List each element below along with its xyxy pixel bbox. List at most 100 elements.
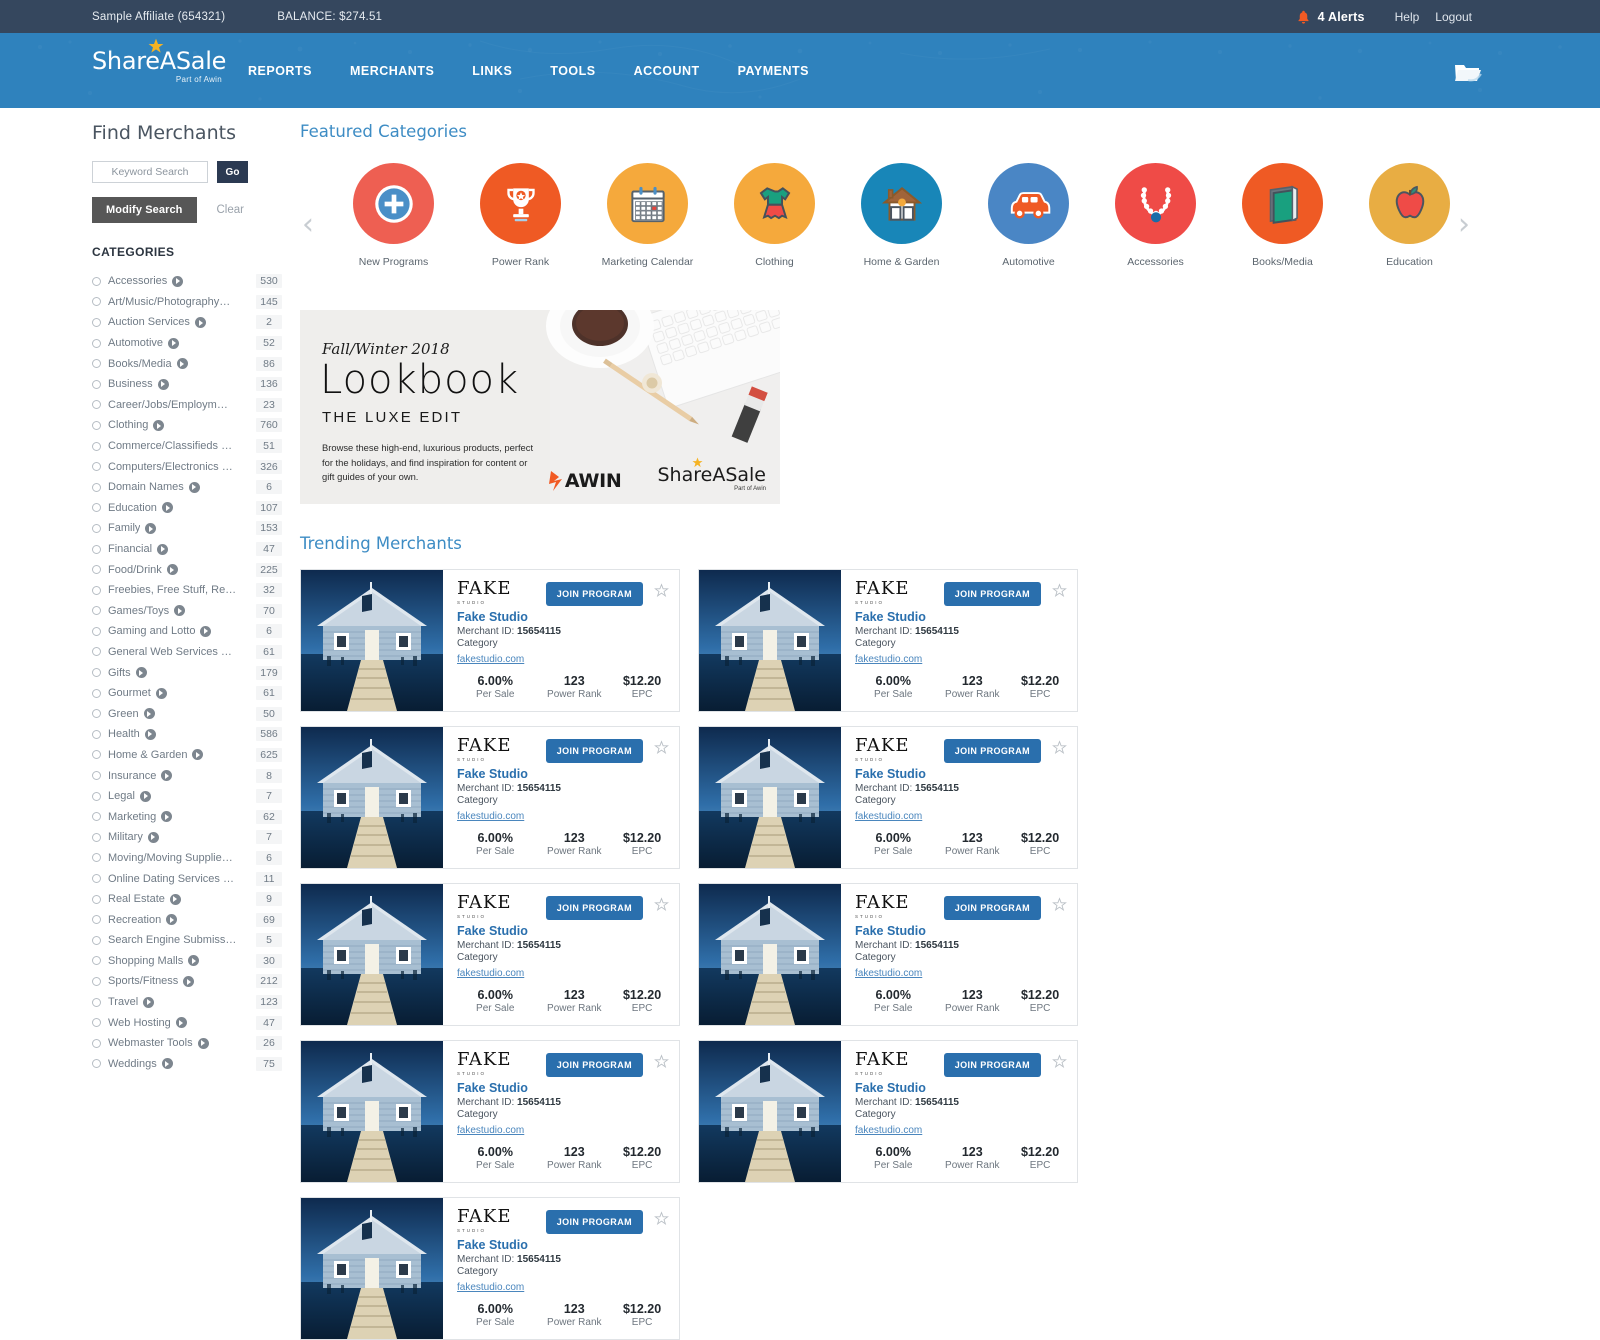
category-radio[interactable] (92, 812, 101, 821)
category-expand-arrow-icon[interactable] (176, 1017, 187, 1028)
category-row[interactable]: Online Dating Services …11 (92, 868, 282, 889)
category-row[interactable]: Education107 (92, 498, 282, 519)
category-row[interactable]: Search Engine Submiss…5 (92, 930, 282, 951)
category-radio[interactable] (92, 1039, 101, 1048)
category-radio[interactable] (92, 462, 101, 471)
category-radio[interactable] (92, 709, 101, 718)
join-program-button[interactable]: JOIN PROGRAM (944, 1053, 1041, 1077)
category-row[interactable]: Web Hosting47 (92, 1012, 282, 1033)
category-row[interactable]: Green50 (92, 703, 282, 724)
category-expand-arrow-icon[interactable] (162, 502, 173, 513)
merchant-name[interactable]: Fake Studio (855, 767, 1065, 781)
category-expand-arrow-icon[interactable] (172, 276, 183, 287)
merchant-name[interactable]: Fake Studio (855, 1081, 1065, 1095)
category-radio[interactable] (92, 874, 101, 883)
category-row[interactable]: Domain Names6 (92, 477, 282, 498)
category-row[interactable]: Legal7 (92, 786, 282, 807)
join-program-button[interactable]: JOIN PROGRAM (546, 582, 643, 606)
category-expand-arrow-icon[interactable] (140, 791, 151, 802)
category-radio[interactable] (92, 730, 101, 739)
category-row[interactable]: Travel123 (92, 992, 282, 1013)
favorite-star-icon[interactable] (1052, 897, 1067, 912)
category-radio[interactable] (92, 606, 101, 615)
favorite-star-icon[interactable] (654, 740, 669, 755)
join-program-button[interactable]: JOIN PROGRAM (546, 896, 643, 920)
merchant-name[interactable]: Fake Studio (855, 610, 1065, 624)
category-radio[interactable] (92, 565, 101, 574)
category-row[interactable]: Commerce/Classifieds …51 (92, 436, 282, 457)
merchant-thumbnail[interactable] (301, 727, 443, 868)
category-expand-arrow-icon[interactable] (161, 811, 172, 822)
carousel-prev-icon[interactable]: ‹ (302, 211, 322, 241)
merchant-website-link[interactable]: fakestudio.com (855, 654, 922, 665)
favorite-star-icon[interactable] (1052, 740, 1067, 755)
category-radio[interactable] (92, 421, 101, 430)
category-radio[interactable] (92, 750, 101, 759)
category-expand-arrow-icon[interactable] (144, 708, 155, 719)
category-row[interactable]: General Web Services …61 (92, 642, 282, 663)
category-row[interactable]: Business136 (92, 374, 282, 395)
category-expand-arrow-icon[interactable] (145, 523, 156, 534)
category-expand-arrow-icon[interactable] (188, 955, 199, 966)
category-radio[interactable] (92, 689, 101, 698)
category-radio[interactable] (92, 442, 101, 451)
category-radio[interactable] (92, 297, 101, 306)
category-row[interactable]: Gourmet61 (92, 683, 282, 704)
merchant-website-link[interactable]: fakestudio.com (855, 811, 922, 822)
help-link[interactable]: Help (1395, 10, 1420, 24)
category-radio[interactable] (92, 318, 101, 327)
category-row[interactable]: Food/Drink225 (92, 559, 282, 580)
category-radio[interactable] (92, 524, 101, 533)
merchant-thumbnail[interactable] (699, 727, 841, 868)
join-program-button[interactable]: JOIN PROGRAM (944, 582, 1041, 606)
category-row[interactable]: Gaming and Lotto6 (92, 621, 282, 642)
category-radio[interactable] (92, 833, 101, 842)
category-radio[interactable] (92, 977, 101, 986)
category-row[interactable]: Auction Services2 (92, 312, 282, 333)
merchant-card[interactable]: FAKESTUDIOFake StudioMerchant ID: 156541… (300, 726, 680, 869)
category-row[interactable]: Home & Garden625 (92, 745, 282, 766)
category-radio[interactable] (92, 771, 101, 780)
favorite-star-icon[interactable] (654, 1211, 669, 1226)
category-expand-arrow-icon[interactable] (166, 914, 177, 925)
category-row[interactable]: Real Estate9 (92, 889, 282, 910)
category-radio[interactable] (92, 545, 101, 554)
category-radio[interactable] (92, 647, 101, 656)
nav-item-merchants[interactable]: MERCHANTS (350, 64, 434, 78)
favorite-star-icon[interactable] (654, 1054, 669, 1069)
category-radio[interactable] (92, 1059, 101, 1068)
featured-category-automotive[interactable]: Automotive (965, 163, 1092, 268)
merchant-card[interactable]: FAKESTUDIOFake StudioMerchant ID: 156541… (300, 883, 680, 1026)
merchant-card[interactable]: FAKESTUDIOFake StudioMerchant ID: 156541… (300, 1197, 680, 1340)
category-radio[interactable] (92, 1018, 101, 1027)
join-program-button[interactable]: JOIN PROGRAM (546, 1053, 643, 1077)
merchant-thumbnail[interactable] (699, 570, 841, 711)
merchant-card[interactable]: FAKESTUDIOFake StudioMerchant ID: 156541… (300, 1040, 680, 1183)
search-go-button[interactable]: Go (217, 161, 248, 183)
category-radio[interactable] (92, 853, 101, 862)
merchant-name[interactable]: Fake Studio (457, 767, 667, 781)
category-row[interactable]: Webmaster Tools26 (92, 1033, 282, 1054)
lookbook-banner[interactable]: Fall/Winter 2018 Lookbook THE LUXE EDIT … (300, 310, 780, 504)
featured-category-books-media[interactable]: Books/Media (1219, 163, 1346, 268)
merchant-website-link[interactable]: fakestudio.com (855, 1125, 922, 1136)
category-expand-arrow-icon[interactable] (145, 729, 156, 740)
category-row[interactable]: Insurance8 (92, 765, 282, 786)
merchant-card[interactable]: FAKESTUDIOFake StudioMerchant ID: 156541… (698, 726, 1078, 869)
category-expand-arrow-icon[interactable] (136, 667, 147, 678)
category-row[interactable]: Art/Music/Photography…145 (92, 292, 282, 313)
category-row[interactable]: Weddings75 (92, 1054, 282, 1075)
category-expand-arrow-icon[interactable] (168, 338, 179, 349)
favorite-star-icon[interactable] (1052, 583, 1067, 598)
category-expand-arrow-icon[interactable] (153, 420, 164, 431)
category-radio[interactable] (92, 936, 101, 945)
nav-item-account[interactable]: ACCOUNT (634, 64, 700, 78)
category-row[interactable]: Gifts179 (92, 662, 282, 683)
category-expand-arrow-icon[interactable] (161, 770, 172, 781)
category-row[interactable]: Sports/Fitness212 (92, 971, 282, 992)
category-row[interactable]: Family153 (92, 518, 282, 539)
category-radio[interactable] (92, 483, 101, 492)
category-row[interactable]: Games/Toys70 (92, 601, 282, 622)
category-row[interactable]: Financial47 (92, 539, 282, 560)
merchant-website-link[interactable]: fakestudio.com (457, 968, 524, 979)
